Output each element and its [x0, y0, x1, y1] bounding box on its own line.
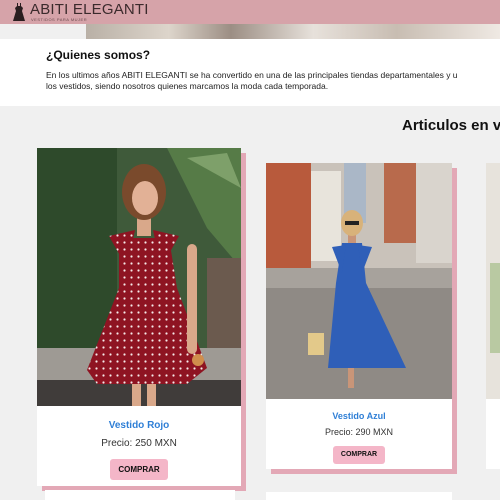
next-row-card	[266, 492, 452, 500]
banner-image	[86, 24, 500, 39]
about-line-2: los vestidos, siendo nosotros quienes ma…	[46, 81, 329, 91]
product-price: Precio: 290 MXN	[324, 427, 394, 437]
product-name[interactable]: Vestido Rojo	[37, 420, 241, 431]
brand-name[interactable]: ABITI ELEGANTI	[30, 1, 149, 18]
dress-icon	[13, 3, 25, 21]
about-text: En los ultimos años ABITI ELEGANTI se ha…	[46, 70, 500, 92]
about-line-1: En los ultimos años ABITI ELEGANTI se ha…	[46, 70, 458, 80]
product-card: Vestido Rojo Precio: 250 MXN COMPRAR	[37, 148, 241, 486]
product-card: Vestido Azul Precio: 290 MXN COMPRAR	[266, 163, 452, 469]
blue-dress-street-photo[interactable]	[266, 163, 452, 399]
brand-tagline: VESTIDOS PARA MUJER	[31, 17, 88, 22]
partial-product-photo	[486, 163, 500, 399]
product-name[interactable]: Vestido Azul	[266, 411, 452, 421]
products-section-title: Articulos en v	[402, 117, 500, 134]
product-price: Precio: 250 MXN	[101, 438, 177, 449]
next-row-card	[45, 490, 235, 500]
red-polka-dot-dress-photo[interactable]	[37, 148, 241, 406]
buy-button[interactable]: COMPRAR	[110, 459, 168, 480]
about-title: ¿Quienes somos?	[46, 48, 151, 62]
site-header: ABITI ELEGANTI VESTIDOS PARA MUJER	[0, 0, 500, 24]
buy-button[interactable]: COMPRAR	[333, 446, 385, 464]
